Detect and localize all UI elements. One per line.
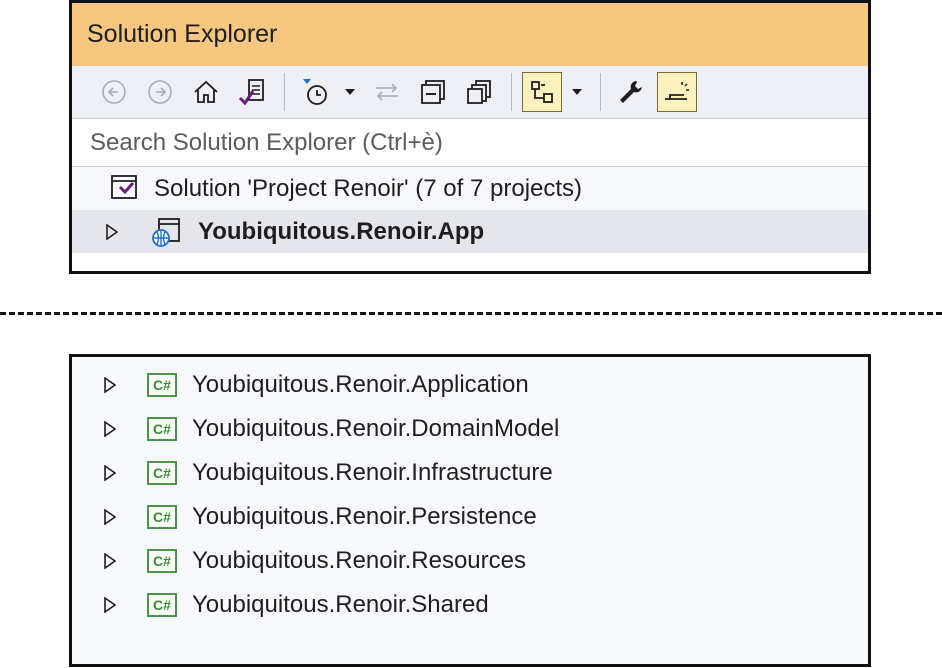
home-button[interactable] xyxy=(186,72,226,112)
preview-selected-items-icon xyxy=(665,82,689,100)
project-label: Youbiquitous.Renoir.Application xyxy=(192,371,529,398)
csharp-icon-text: C# xyxy=(153,553,171,569)
solution-tree: Solution 'Project Renoir' (7 of 7 projec… xyxy=(72,167,868,253)
csharp-project-icon: C# xyxy=(146,457,178,489)
toolbar-separator xyxy=(511,73,512,111)
collapse-all-icon xyxy=(421,80,445,104)
project-list-panel: C# Youbiquitous.Renoir.Application C# Youbi… xyxy=(69,354,871,667)
search-box[interactable] xyxy=(72,118,868,167)
csharp-icon-text: C# xyxy=(153,509,171,525)
pending-changes-filter-icon xyxy=(303,79,327,105)
switch-views-button[interactable] xyxy=(232,72,272,112)
csharp-icon-text: C# xyxy=(153,465,171,481)
view-options-dropdown[interactable] xyxy=(568,72,586,112)
project-node[interactable]: C# Youbiquitous.Renoir.Infrastructure xyxy=(72,451,868,495)
wrench-icon xyxy=(620,81,642,103)
preview-selected-items-button[interactable] xyxy=(657,72,697,112)
dashed-divider xyxy=(0,312,942,315)
project-label: Youbiquitous.Renoir.App xyxy=(198,217,485,245)
csharp-icon-text: C# xyxy=(153,421,171,437)
csharp-project-icon: C# xyxy=(146,589,178,621)
expand-arrow-icon[interactable] xyxy=(100,595,120,615)
project-label: Youbiquitous.Renoir.Resources xyxy=(192,547,526,574)
toolbar-separator xyxy=(284,73,285,111)
show-all-files-icon xyxy=(467,80,491,104)
expand-arrow-icon[interactable] xyxy=(100,551,120,571)
home-icon xyxy=(194,80,218,103)
pending-changes-dropdown[interactable] xyxy=(341,72,359,112)
back-button[interactable] xyxy=(94,72,134,112)
sync-button[interactable] xyxy=(367,72,407,112)
pending-changes-filter-button[interactable] xyxy=(295,72,335,112)
chevron-down-icon xyxy=(345,89,355,95)
project-node-app[interactable]: Youbiquitous.Renoir.App xyxy=(72,210,868,253)
switch-views-icon xyxy=(238,79,264,106)
project-label: Youbiquitous.Renoir.Shared xyxy=(192,591,489,618)
csharp-project-icon: C# xyxy=(146,413,178,445)
properties-button[interactable] xyxy=(611,72,651,112)
expand-arrow-icon[interactable] xyxy=(100,507,120,527)
csharp-icon-text: C# xyxy=(153,377,171,393)
project-list: C# Youbiquitous.Renoir.Application C# Youbi… xyxy=(72,363,868,627)
window-title: Solution Explorer xyxy=(87,20,278,48)
show-all-files-button[interactable] xyxy=(459,72,499,112)
solution-node[interactable]: Solution 'Project Renoir' (7 of 7 projec… xyxy=(72,167,868,210)
expand-arrow-icon[interactable] xyxy=(100,419,120,439)
solution-icon xyxy=(110,173,142,205)
project-label: Youbiquitous.Renoir.Persistence xyxy=(192,503,537,530)
sync-icon xyxy=(376,83,398,101)
view-class-diagram-icon xyxy=(531,81,553,103)
view-class-diagram-button[interactable] xyxy=(522,72,562,112)
project-label: Youbiquitous.Renoir.Infrastructure xyxy=(192,459,553,486)
project-node[interactable]: C# Youbiquitous.Renoir.Persistence xyxy=(72,495,868,539)
forward-icon xyxy=(148,80,172,104)
toolbar xyxy=(72,66,868,118)
back-icon xyxy=(102,80,126,104)
expand-arrow-icon[interactable] xyxy=(100,375,120,395)
project-node[interactable]: C# Youbiquitous.Renoir.Application xyxy=(72,363,868,407)
csharp-project-icon: C# xyxy=(146,545,178,577)
csharp-project-icon: C# xyxy=(146,501,178,533)
expand-arrow-icon[interactable] xyxy=(102,222,122,242)
project-label: Youbiquitous.Renoir.DomainModel xyxy=(192,415,560,442)
csharp-icon-text: C# xyxy=(153,597,171,613)
project-node[interactable]: C# Youbiquitous.Renoir.Shared xyxy=(72,583,868,627)
search-input[interactable] xyxy=(88,127,792,158)
solution-label: Solution 'Project Renoir' (7 of 7 projec… xyxy=(154,174,583,202)
title-bar[interactable]: Solution Explorer xyxy=(72,3,868,66)
toolbar-separator xyxy=(600,73,601,111)
project-node[interactable]: C# Youbiquitous.Renoir.Resources xyxy=(72,539,868,583)
forward-button[interactable] xyxy=(140,72,180,112)
collapse-all-button[interactable] xyxy=(413,72,453,112)
expand-arrow-icon[interactable] xyxy=(100,463,120,483)
solution-explorer-panel: Solution Explorer Search Solution Explor… xyxy=(69,0,871,274)
web-project-icon xyxy=(150,216,182,248)
csharp-project-icon: C# xyxy=(146,369,178,401)
chevron-down-icon xyxy=(572,89,582,95)
project-node[interactable]: C# Youbiquitous.Renoir.DomainModel xyxy=(72,407,868,451)
